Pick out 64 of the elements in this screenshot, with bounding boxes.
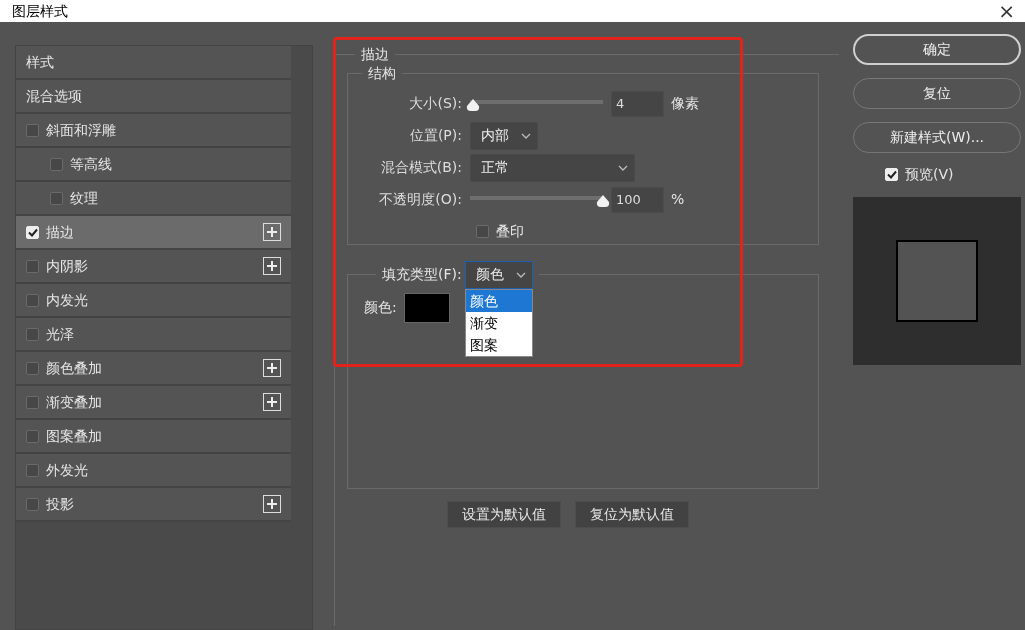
- dropdown-option[interactable]: 渐变: [466, 311, 533, 334]
- sidebar-item[interactable]: 图案叠加: [16, 420, 291, 454]
- dropdown[interactable]: 正常: [470, 153, 635, 182]
- sidebar-item[interactable]: 颜色叠加: [16, 352, 291, 386]
- sidebar-item[interactable]: 混合选项: [16, 80, 291, 114]
- field-label: 不透明度(O):: [378, 190, 462, 210]
- sidebar-item[interactable]: 样式: [16, 46, 291, 80]
- color-swatch[interactable]: [403, 292, 450, 323]
- close-button[interactable]: ×: [994, 1, 1019, 21]
- field-label: 混合模式(B):: [379, 158, 462, 178]
- default-button[interactable]: 复位为默认值: [575, 500, 689, 528]
- field-label: 填充类型(F):: [382, 266, 462, 284]
- caret-icon: [521, 132, 531, 139]
- dropdown[interactable]: 颜色: [465, 260, 534, 289]
- field-label: 位置(P):: [408, 126, 462, 146]
- sidebar-item[interactable]: 斜面和浮雕: [16, 114, 291, 148]
- dialog-button[interactable]: 复位: [853, 78, 1021, 109]
- sidebar-item[interactable]: 投影: [16, 488, 291, 522]
- sidebar-item[interactable]: 内发光: [16, 284, 291, 318]
- checkbox[interactable]: [50, 157, 63, 171]
- sidebar-item[interactable]: 描边: [16, 216, 291, 250]
- add-icon[interactable]: [263, 223, 281, 241]
- checkbox[interactable]: [26, 123, 39, 137]
- checkbox[interactable]: [26, 293, 39, 307]
- caret-icon: [618, 164, 628, 171]
- sidebar-item[interactable]: 渐变叠加: [16, 386, 291, 420]
- add-icon[interactable]: [263, 359, 281, 377]
- field-label: 颜色:: [364, 298, 397, 318]
- dropdown-option[interactable]: 图案: [466, 333, 533, 356]
- sidebar-item[interactable]: 内阴影: [16, 250, 291, 284]
- checkbox[interactable]: [50, 191, 63, 205]
- sidebar-item[interactable]: 光泽: [16, 318, 291, 352]
- add-icon[interactable]: [263, 495, 281, 513]
- sidebar-item[interactable]: 等高线: [16, 148, 291, 182]
- checkbox[interactable]: [476, 225, 489, 239]
- section-title: 描边: [360, 46, 390, 63]
- checkbox[interactable]: [26, 497, 39, 511]
- checkbox[interactable]: [26, 395, 39, 409]
- add-icon[interactable]: [263, 393, 281, 411]
- field-label: 大小(S):: [408, 94, 462, 114]
- unit-label: %: [671, 190, 685, 210]
- checkbox[interactable]: [26, 463, 39, 477]
- slider-thumb[interactable]: [596, 194, 610, 207]
- sidebar-item[interactable]: 外发光: [16, 454, 291, 488]
- default-button[interactable]: 设置为默认值: [447, 500, 561, 528]
- dropdown[interactable]: 内部: [470, 121, 538, 150]
- number-field[interactable]: 100: [611, 186, 664, 213]
- checkbox[interactable]: [26, 259, 39, 273]
- checkbox[interactable]: [26, 361, 39, 375]
- slider-thumb[interactable]: [465, 98, 480, 111]
- sidebar-item[interactable]: 纹理: [16, 182, 291, 216]
- checkbox[interactable]: [26, 327, 39, 341]
- dialog-button[interactable]: 确定: [853, 34, 1021, 65]
- dialog-button[interactable]: 新建样式(W)...: [853, 122, 1021, 153]
- checkbox[interactable]: [26, 429, 39, 443]
- number-field[interactable]: 4: [611, 90, 664, 117]
- group-title: 结构: [367, 64, 397, 82]
- checkbox-label: 叠印: [496, 222, 524, 242]
- add-icon[interactable]: [263, 257, 281, 275]
- dropdown-option[interactable]: 颜色: [466, 289, 533, 312]
- unit-label: 像素: [671, 94, 699, 114]
- window-title: 图层样式: [12, 1, 68, 21]
- checkbox-label: 预览(V): [905, 165, 954, 184]
- caret-icon: [516, 271, 527, 278]
